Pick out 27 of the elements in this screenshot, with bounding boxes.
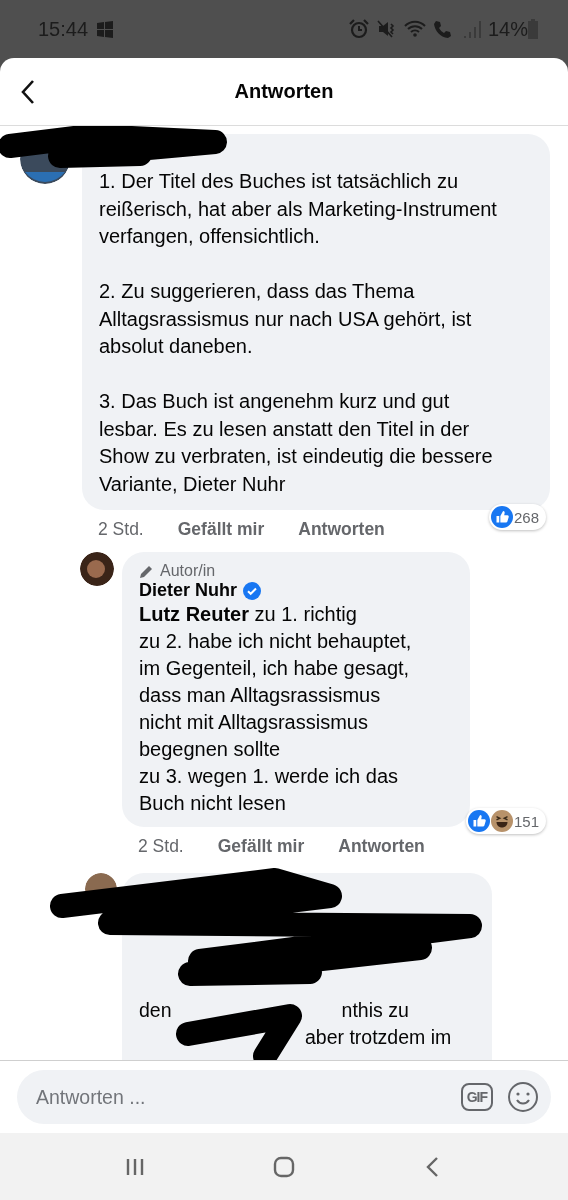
reply-link[interactable]: Antworten [298, 518, 385, 540]
reply-link[interactable]: Antworten [338, 835, 425, 857]
page-title: Antworten [234, 80, 334, 103]
author-name[interactable]: Dieter Nuhr [139, 580, 237, 601]
pencil-icon [139, 563, 154, 579]
alarm-icon [347, 18, 370, 40]
reply-field[interactable]: Antworten ... GIF [17, 1070, 551, 1124]
reply-text: Lutz Reuter zu 1. richtig zu 2. habe ich nicht behauptet, im Gegenteil, ich habe gesagt, dass man Alltagsrassismus nicht mit Alltagsrassismus begegnen sollte zu 3. wegen 1. werde ich das Buch nicht lesen [139, 602, 413, 816]
author-label: Autor/in [160, 562, 216, 580]
like-link[interactable]: Gefällt mir [217, 835, 305, 857]
wifi-icon [403, 18, 426, 40]
like-link[interactable]: Gefällt mir [177, 518, 265, 540]
avatar[interactable] [80, 552, 114, 586]
emoji-icon[interactable] [507, 1081, 539, 1113]
comment-text: 1. Der Titel des Buches ist tatsächlich zu reißerisch, hat aber als Marketing-Instrument verfangen, offensichtlich. 2. Zu suggerieren, dass das Thema Alltagsrassismus nur nach USA gehört, ist absolut daneben. 3. Das Buch ist angenehm kurz und gut lesbar. Es zu lesen anstatt den Titel in der Show zu verbraten, ist eindeutig die bessere Variante, Dieter Nuhr [99, 169, 498, 497]
comment-text: nthis zu [341, 998, 409, 1023]
timestamp: 2 Std. [98, 518, 144, 540]
comment-text: den [139, 998, 172, 1023]
gif-button[interactable]: GIF [460, 1083, 493, 1111]
comment-text: aber trotzdem im [305, 1025, 452, 1050]
timestamp: 2 Std. [138, 835, 184, 857]
like-icon [467, 810, 490, 832]
laughing-face-icon [490, 810, 513, 832]
reaction-count[interactable]: 268 [488, 504, 546, 530]
reaction-count[interactable]: 151 [465, 808, 546, 834]
call-icon [431, 18, 454, 40]
like-icon [490, 506, 513, 528]
